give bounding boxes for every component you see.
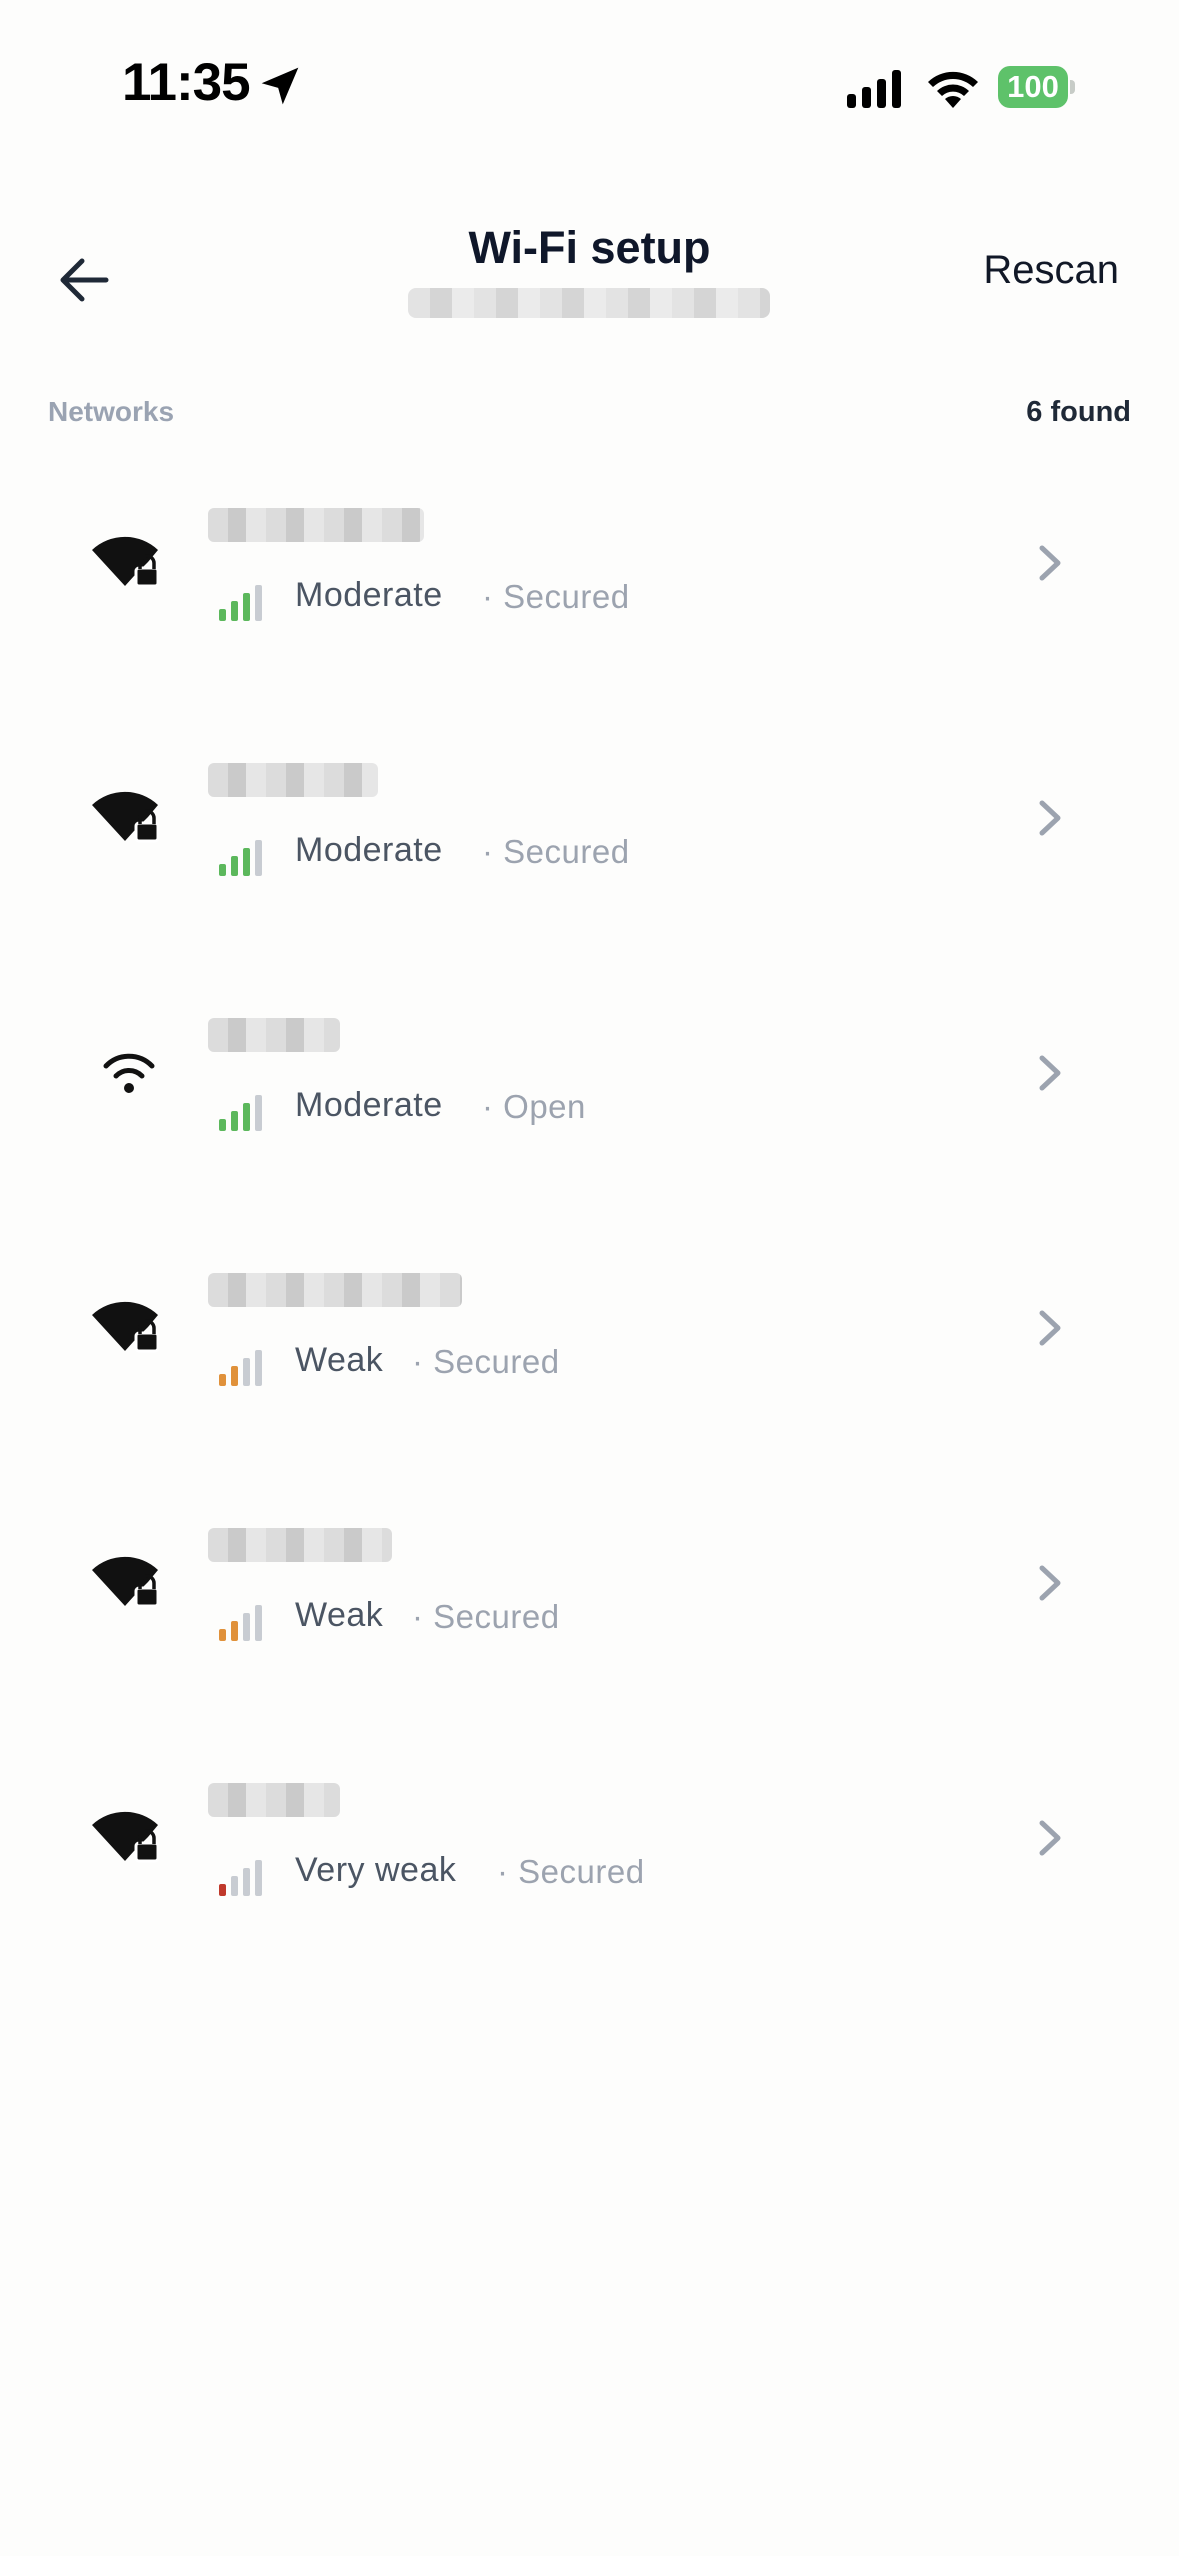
network-name-redacted — [208, 1018, 340, 1052]
chevron-right-icon — [1039, 800, 1061, 836]
battery-level: 100 — [998, 66, 1068, 108]
security-label: · Secured — [412, 1343, 560, 1380]
wifi-lock-icon — [92, 1811, 160, 1863]
found-count: 6 found — [1026, 396, 1131, 428]
network-name-redacted — [208, 763, 378, 797]
signal-label: Weak — [295, 1596, 384, 1634]
signal-label: Moderate — [295, 831, 443, 869]
security-label: · Secured — [412, 1598, 560, 1635]
battery-cap — [1070, 80, 1075, 94]
wifi-lock-icon — [92, 536, 160, 588]
network-row[interactable]: Moderate · Secured — [0, 725, 1179, 980]
security-label: · Open — [482, 1088, 586, 1125]
signal-label: Moderate — [295, 576, 443, 614]
status-time: 11:35 — [122, 53, 251, 112]
chevron-right-icon — [1039, 1820, 1061, 1856]
chevron-right-icon — [1039, 545, 1061, 581]
wifi-lock-icon — [92, 1556, 160, 1608]
signal-label: Weak — [295, 1341, 384, 1379]
network-name-redacted — [208, 1783, 340, 1817]
signal-strength-icon — [219, 1605, 262, 1641]
network-name-redacted — [208, 508, 424, 542]
chevron-right-icon — [1039, 1565, 1061, 1601]
status-bar: 11:35 100 — [0, 0, 1179, 180]
network-row[interactable]: Very weak · Secured — [0, 1745, 1179, 2000]
wifi-icon — [103, 1053, 155, 1093]
network-row[interactable]: Weak · Secured — [0, 1235, 1179, 1490]
security-label: · Secured — [497, 1853, 645, 1890]
network-list: Moderate · Secured Moderate · Secured Modera… — [0, 470, 1179, 2000]
network-row[interactable]: Moderate · Secured — [0, 470, 1179, 725]
signal-strength-icon — [219, 1350, 262, 1386]
header: Wi-Fi setup Rescan — [0, 200, 1179, 350]
signal-strength-icon — [219, 1095, 262, 1131]
signal-label: Moderate — [295, 1086, 443, 1124]
battery-icon: 100 — [998, 66, 1075, 108]
network-name-redacted — [208, 1273, 462, 1307]
network-name-redacted — [208, 1528, 392, 1562]
signal-label: Very weak — [295, 1851, 457, 1889]
security-label: · Secured — [482, 578, 630, 615]
cellular-signal-icon — [847, 70, 901, 108]
network-row[interactable]: Moderate · Open — [0, 980, 1179, 1235]
wifi-lock-icon — [92, 791, 160, 843]
section-label: Networks — [48, 396, 175, 427]
rescan-button[interactable]: Rescan — [983, 248, 1119, 293]
security-label: · Secured — [482, 833, 630, 870]
device-name-redacted — [408, 288, 770, 318]
signal-strength-icon — [219, 840, 262, 876]
wifi-icon — [928, 71, 978, 108]
chevron-right-icon — [1039, 1055, 1061, 1091]
signal-strength-icon — [219, 585, 262, 621]
chevron-right-icon — [1039, 1310, 1061, 1346]
location-arrow-icon — [261, 67, 299, 105]
network-row[interactable]: Weak · Secured — [0, 1490, 1179, 1745]
signal-strength-icon — [219, 1860, 262, 1896]
wifi-lock-icon — [92, 1301, 160, 1353]
